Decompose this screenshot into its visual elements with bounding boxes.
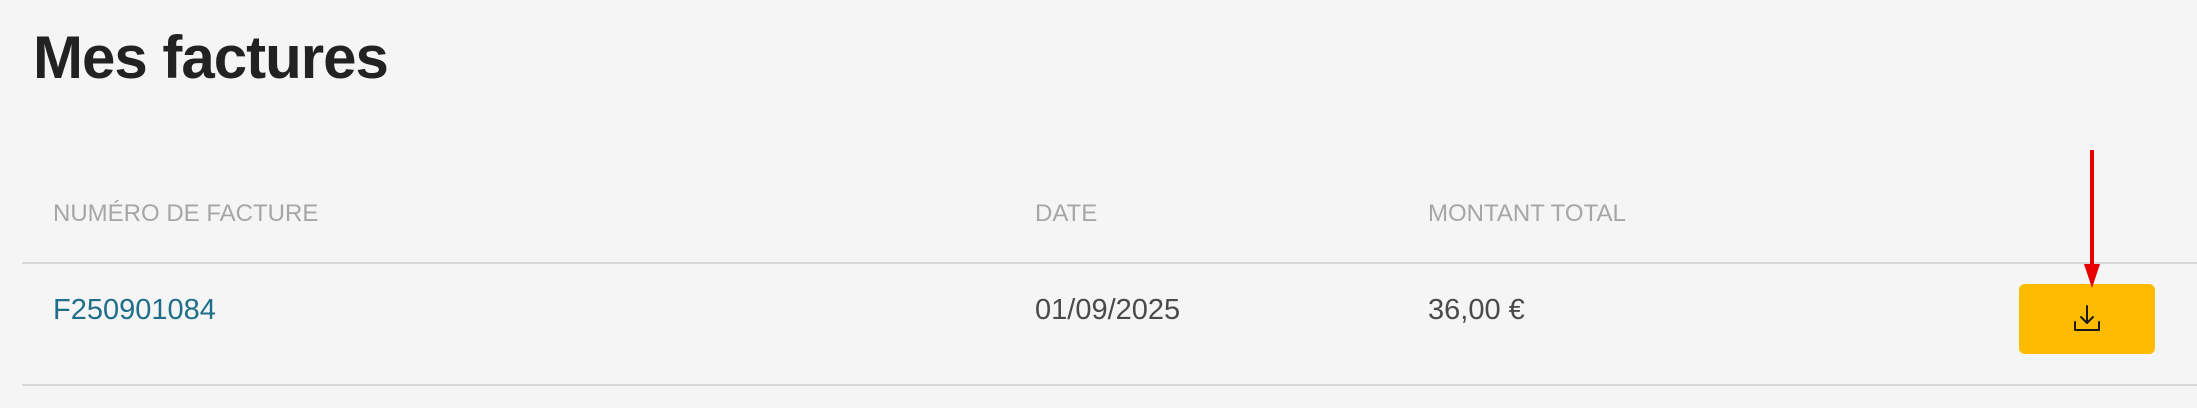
annotation-arrow: [2084, 150, 2100, 288]
invoices-table: NUMÉRO DE FACTURE DATE MONTANT TOTAL F25…: [22, 190, 2197, 386]
column-header-date: DATE: [1035, 200, 1098, 227]
page-title: Mes factures: [33, 24, 389, 91]
invoice-date: 01/09/2025: [1035, 294, 1181, 326]
invoice-amount: 36,00 €: [1428, 294, 1525, 326]
table-row: F250901084 01/09/2025 36,00 €: [22, 264, 2197, 386]
download-invoice-button[interactable]: [2019, 284, 2155, 354]
download-icon: [2074, 305, 2100, 331]
invoice-number-link[interactable]: F250901084: [53, 294, 216, 326]
column-header-amount: MONTANT TOTAL: [1428, 200, 1626, 227]
column-header-number: NUMÉRO DE FACTURE: [53, 200, 319, 227]
invoice-number-cell: F250901084: [53, 294, 216, 327]
invoices-page: Mes factures NUMÉRO DE FACTURE DATE MONT…: [0, 0, 2197, 408]
table-header-row: NUMÉRO DE FACTURE DATE MONTANT TOTAL: [22, 190, 2197, 264]
